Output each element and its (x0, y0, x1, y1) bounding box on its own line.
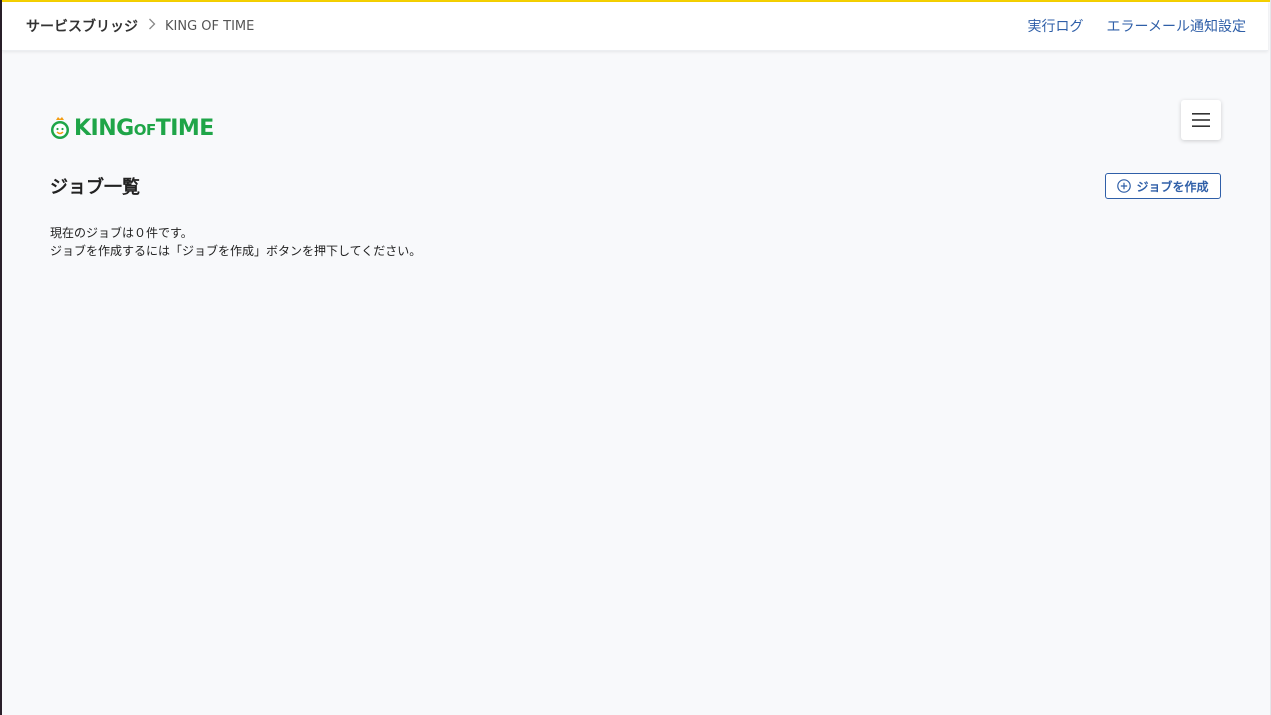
breadcrumb-root-link[interactable]: サービスブリッジ (26, 16, 138, 36)
message-line-1: 現在のジョブは０件です。 (50, 226, 193, 240)
create-job-button[interactable]: ジョブを作成 (1105, 173, 1221, 199)
logo-text-time: TIME (155, 115, 215, 141)
logo-text-of: OF (133, 120, 157, 139)
execution-log-link[interactable]: 実行ログ (1028, 16, 1084, 36)
top-header: サービスブリッジ KING OF TIME 実行ログ エラーメール通知設定 (2, 2, 1268, 51)
error-mail-settings-link[interactable]: エラーメール通知設定 (1107, 16, 1246, 36)
plus-circle-icon (1117, 179, 1132, 193)
king-of-time-logo: KINGOFTIME (49, 113, 214, 143)
empty-jobs-message: 現在のジョブは０件です。 ジョブを作成するには「ジョブを作成」ボタンを押下してく… (50, 224, 421, 260)
hamburger-menu-icon (1192, 113, 1210, 127)
breadcrumb-current: KING OF TIME (165, 18, 255, 34)
window-left-edge (0, 0, 2, 715)
clock-mascot-icon (51, 117, 69, 139)
logo-text-king: KING (74, 115, 134, 141)
create-job-label: ジョブを作成 (1136, 179, 1209, 194)
breadcrumb-separator-icon (148, 18, 156, 34)
page-title: ジョブ一覧 (50, 177, 140, 198)
hamburger-menu-button[interactable] (1181, 100, 1221, 140)
header-links: 実行ログ エラーメール通知設定 (1005, 16, 1246, 36)
message-line-2: ジョブを作成するには「ジョブを作成」ボタンを押下してください。 (50, 244, 422, 258)
logo-wordmark: KINGOFTIME (74, 116, 214, 141)
breadcrumb: サービスブリッジ KING OF TIME (26, 16, 254, 36)
